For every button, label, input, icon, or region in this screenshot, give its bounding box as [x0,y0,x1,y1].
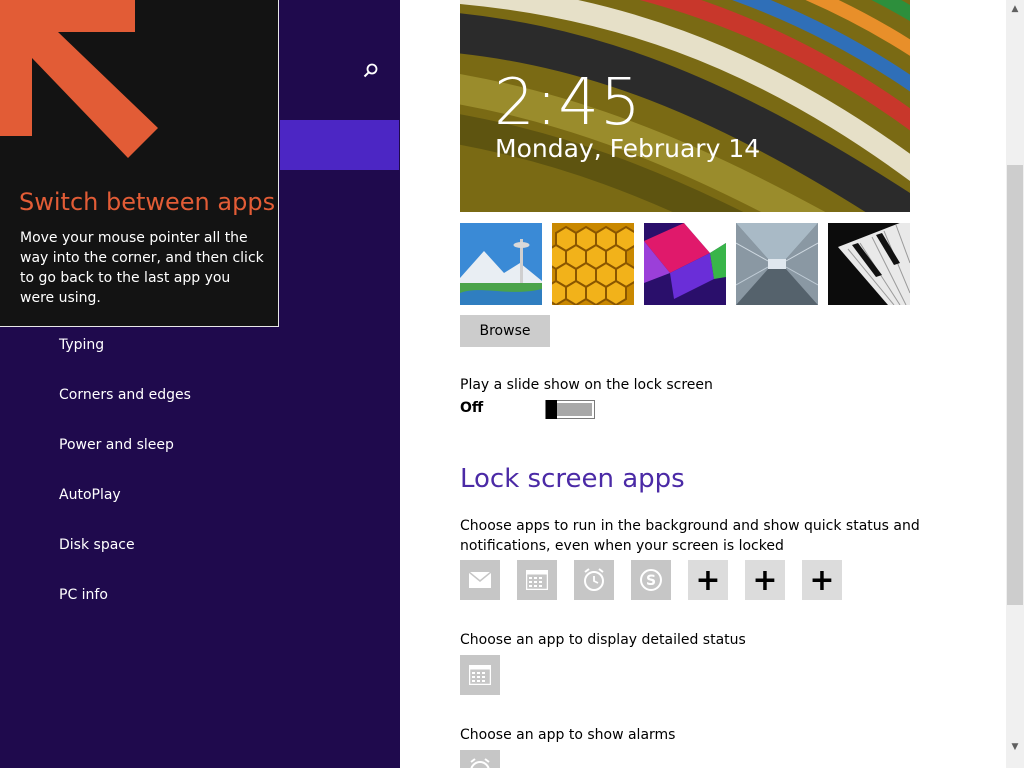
calendar-icon [469,665,491,685]
skype-app-tile[interactable]: S [631,560,671,600]
mountain-landscape-image [460,223,542,305]
tunnel-image [736,223,818,305]
mail-icon [469,572,491,588]
nav-item-corners-and-edges[interactable]: Corners and edges [59,383,191,407]
plus-icon: + [809,562,835,598]
add-app-button-2[interactable]: + [745,560,785,600]
geometric-shapes-image [644,223,726,305]
background-thumbnail-3[interactable] [644,223,726,305]
detailed-status-app-tile[interactable] [460,655,500,695]
slideshow-state: Off [460,400,484,416]
svg-text:S: S [646,573,656,589]
plus-icon: + [695,562,721,598]
nav-item-typing[interactable]: Typing [59,333,104,357]
piano-keys-image [828,223,910,305]
lock-screen-date: Monday, February 14 [495,134,761,163]
scroll-down-icon[interactable]: ▼ [1006,738,1024,756]
browse-button[interactable]: Browse [460,315,550,347]
nav-item-autoplay[interactable]: AutoPlay [59,483,121,507]
slideshow-toggle[interactable] [545,400,595,419]
slideshow-label: Play a slide show on the lock screen [460,377,713,393]
lock-screen-apps-heading: Lock screen apps [460,464,685,494]
background-thumbnail-5[interactable] [828,223,910,305]
tip-body: Move your mouse pointer all the way into… [20,230,264,306]
corner-arrow-icon [0,0,158,158]
nav-item-power-and-sleep[interactable]: Power and sleep [59,433,174,457]
toggle-knob [546,400,557,419]
scrollbar-thumb[interactable] [1007,165,1023,605]
alarms-app-tile[interactable] [574,560,614,600]
selected-nav-item[interactable] [280,120,399,170]
nav-item-disk-space[interactable]: Disk space [59,533,135,557]
background-thumbnail-4[interactable] [736,223,818,305]
calendar-app-tile[interactable] [517,560,557,600]
honeycomb-image [552,223,634,305]
add-app-button-1[interactable]: + [688,560,728,600]
skype-icon: S [640,569,662,591]
plus-icon: + [752,562,778,598]
background-thumbnail-2[interactable] [552,223,634,305]
alarms-app-tile-2[interactable] [460,750,500,768]
lock-screen-apps-description: Choose apps to run in the background and… [460,518,920,554]
mail-app-tile[interactable] [460,560,500,600]
search-icon [363,63,378,78]
alarms-label: Choose an app to show alarms [460,727,676,743]
search-button[interactable] [356,56,386,86]
tip-overlay: Switch between apps Move your mouse poin… [0,0,279,327]
scroll-up-icon[interactable]: ▲ [1006,0,1024,18]
add-app-button-3[interactable]: + [802,560,842,600]
lock-screen-time: 2:45 [494,66,642,140]
alarm-icon [584,568,604,591]
calendar-icon [526,570,548,590]
detailed-status-label: Choose an app to display detailed status [460,632,746,648]
nav-item-pc-info[interactable]: PC info [59,583,108,607]
lock-screen-settings: 2:45 Monday, February 14 Browse Play a s… [400,0,1006,768]
alarm-icon [470,758,490,768]
background-thumbnail-1[interactable] [460,223,542,305]
tip-title: Switch between apps [19,188,276,216]
lock-screen-preview: 2:45 Monday, February 14 [460,0,910,212]
vertical-scrollbar[interactable]: ▲ ▼ [1006,0,1024,768]
